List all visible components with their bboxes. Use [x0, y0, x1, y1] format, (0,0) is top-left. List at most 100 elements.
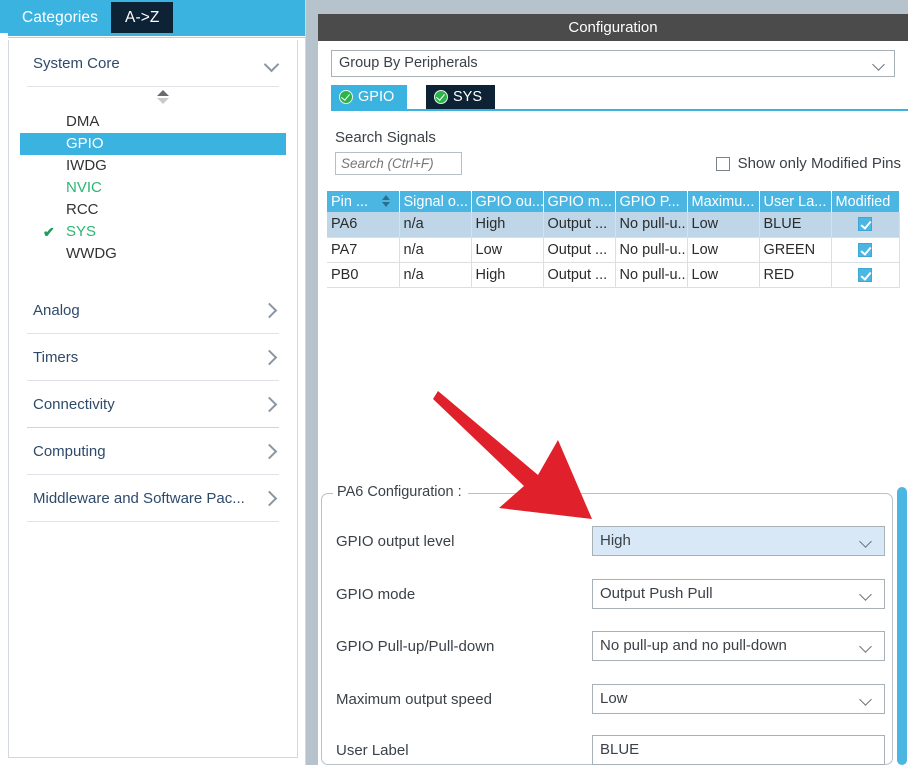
vertical-scrollbar[interactable]	[895, 485, 908, 765]
field-gpio-mode: GPIO mode Output Push Pull	[322, 579, 894, 612]
chevron-down-icon	[861, 590, 872, 601]
maximum-output-speed-value: Low	[600, 690, 628, 707]
checkbox-checked-icon[interactable]	[858, 268, 872, 282]
cell-max-speed: Low	[687, 212, 759, 237]
peripheral-item-label: DMA	[66, 113, 99, 130]
column-header-signal-on-pin[interactable]: Signal o...	[399, 191, 471, 212]
gpio-pull-dropdown[interactable]: No pull-up and no pull-down	[592, 631, 885, 661]
chevron-right-icon	[265, 491, 279, 505]
peripheral-item-sys[interactable]: ✔ SYS	[9, 221, 297, 243]
field-label: GPIO output level	[336, 533, 454, 550]
cell-modified[interactable]	[831, 212, 899, 237]
chevron-right-icon	[265, 303, 279, 317]
table-row[interactable]: PA6 n/a High Output ... No pull-u... Low…	[327, 212, 899, 237]
column-header-label: Signal o...	[404, 194, 469, 210]
table-row[interactable]: PB0 n/a High Output ... No pull-u... Low…	[327, 262, 899, 287]
column-header-modified[interactable]: Modified	[831, 191, 899, 212]
column-header-label: Modified	[836, 194, 891, 210]
tab-sys[interactable]: SYS	[426, 85, 495, 109]
show-only-modified-pins-checkbox[interactable]: Show only Modified Pins	[716, 155, 901, 172]
category-middleware-label: Middleware and Software Pac...	[33, 490, 265, 507]
cubemx-pinout-configuration-window: Categories A->Z System Core DMA	[0, 0, 908, 765]
group-by-dropdown[interactable]: Group By Peripherals	[331, 50, 895, 77]
checkbox-checked-icon[interactable]	[858, 243, 872, 257]
column-header-gpio-output-level[interactable]: GPIO ou...	[471, 191, 543, 212]
field-label: User Label	[336, 742, 409, 759]
category-computing[interactable]: Computing	[9, 428, 297, 474]
chevron-right-icon	[265, 350, 279, 364]
search-signals-block: Search Signals Show only Modified Pins	[318, 129, 908, 191]
peripheral-item-dma[interactable]: DMA	[9, 111, 297, 133]
column-header-label: GPIO P...	[620, 194, 680, 210]
field-maximum-output-speed: Maximum output speed Low	[322, 684, 894, 717]
cell-gpio-mode: Output ...	[543, 262, 615, 287]
left-tabstrip: Categories A->Z	[0, 0, 305, 33]
gpio-mode-dropdown[interactable]: Output Push Pull	[592, 579, 885, 609]
peripheral-list-scroll-spinner[interactable]	[9, 87, 297, 109]
field-gpio-output-level: GPIO output level High	[322, 526, 894, 559]
pin-configuration-group: PA6 Configuration : GPIO output level Hi…	[321, 493, 893, 765]
sort-arrows-icon[interactable]	[382, 195, 391, 208]
peripheral-item-rcc[interactable]: RCC	[9, 199, 297, 221]
column-header-gpio-mode[interactable]: GPIO m...	[543, 191, 615, 212]
search-input[interactable]	[335, 152, 462, 175]
maximum-output-speed-dropdown[interactable]: Low	[592, 684, 885, 714]
gpio-output-level-dropdown[interactable]: High	[592, 526, 885, 556]
field-user-label: User Label BLUE	[322, 735, 894, 765]
spacer	[9, 265, 297, 287]
column-header-label: Pin ...	[331, 194, 368, 210]
tab-a-to-z[interactable]: A->Z	[111, 2, 173, 33]
peripheral-item-label: NVIC	[66, 179, 102, 196]
peripheral-item-wwdg[interactable]: WWDG	[9, 243, 297, 265]
category-connectivity[interactable]: Connectivity	[9, 381, 297, 427]
cell-pin: PA7	[327, 237, 399, 262]
category-timers[interactable]: Timers	[9, 334, 297, 380]
column-header-label: GPIO m...	[548, 194, 612, 210]
cell-gpio-mode: Output ...	[543, 212, 615, 237]
group-by-row: Group By Peripherals	[318, 41, 908, 77]
peripheral-item-iwdg[interactable]: IWDG	[9, 155, 297, 177]
chevron-down-icon	[861, 695, 872, 706]
category-system-core[interactable]: System Core	[9, 40, 297, 86]
peripheral-item-nvic[interactable]: NVIC	[9, 177, 297, 199]
cell-output-level: High	[471, 212, 543, 237]
cell-pull: No pull-u...	[615, 237, 687, 262]
user-label-input[interactable]: BLUE	[592, 735, 885, 765]
table-row[interactable]: PA7 n/a Low Output ... No pull-u... Low …	[327, 237, 899, 262]
gpio-pull-value: No pull-up and no pull-down	[600, 637, 787, 654]
column-header-label: GPIO ou...	[476, 194, 544, 210]
category-middleware-and-software-packs[interactable]: Middleware and Software Pac...	[9, 475, 297, 521]
column-header-maximum-speed[interactable]: Maximu...	[687, 191, 759, 212]
panel-top-filler	[318, 0, 908, 14]
tab-categories[interactable]: Categories	[8, 2, 112, 33]
checkbox-checked-icon[interactable]	[858, 217, 872, 231]
category-connectivity-label: Connectivity	[33, 396, 265, 413]
user-label-value: BLUE	[600, 741, 639, 758]
tab-a-to-z-label: A->Z	[125, 9, 159, 26]
peripheral-tabstrip-underline	[331, 109, 908, 111]
categories-panel: Categories A->Z System Core DMA	[0, 0, 305, 765]
cell-modified[interactable]	[831, 237, 899, 262]
category-analog-label: Analog	[33, 302, 265, 319]
system-core-peripheral-list: DMA GPIO IWDG NVIC RCC ✔ SYS	[9, 109, 297, 265]
checkbox-box[interactable]	[716, 157, 730, 171]
configuration-panel: Configuration Group By Peripherals GPIO …	[318, 0, 908, 765]
panel-splitter[interactable]	[305, 0, 318, 765]
spinner-down-icon[interactable]	[157, 98, 169, 104]
peripheral-item-label: SYS	[66, 223, 96, 240]
spinner-up-icon[interactable]	[157, 90, 169, 96]
column-header-pin[interactable]: Pin ...	[327, 191, 399, 212]
cell-user-label: RED	[759, 262, 831, 287]
peripheral-item-gpio[interactable]: GPIO	[20, 133, 286, 155]
category-computing-label: Computing	[33, 443, 265, 460]
peripheral-item-label: WWDG	[66, 245, 117, 262]
column-header-label: Maximu...	[692, 194, 755, 210]
search-signals-label: Search Signals	[335, 129, 899, 146]
column-header-gpio-pull[interactable]: GPIO P...	[615, 191, 687, 212]
cell-modified[interactable]	[831, 262, 899, 287]
scrollbar-thumb[interactable]	[897, 487, 907, 765]
cell-signal: n/a	[399, 212, 471, 237]
column-header-user-label[interactable]: User La...	[759, 191, 831, 212]
tab-gpio[interactable]: GPIO	[331, 85, 407, 109]
category-analog[interactable]: Analog	[9, 287, 297, 333]
